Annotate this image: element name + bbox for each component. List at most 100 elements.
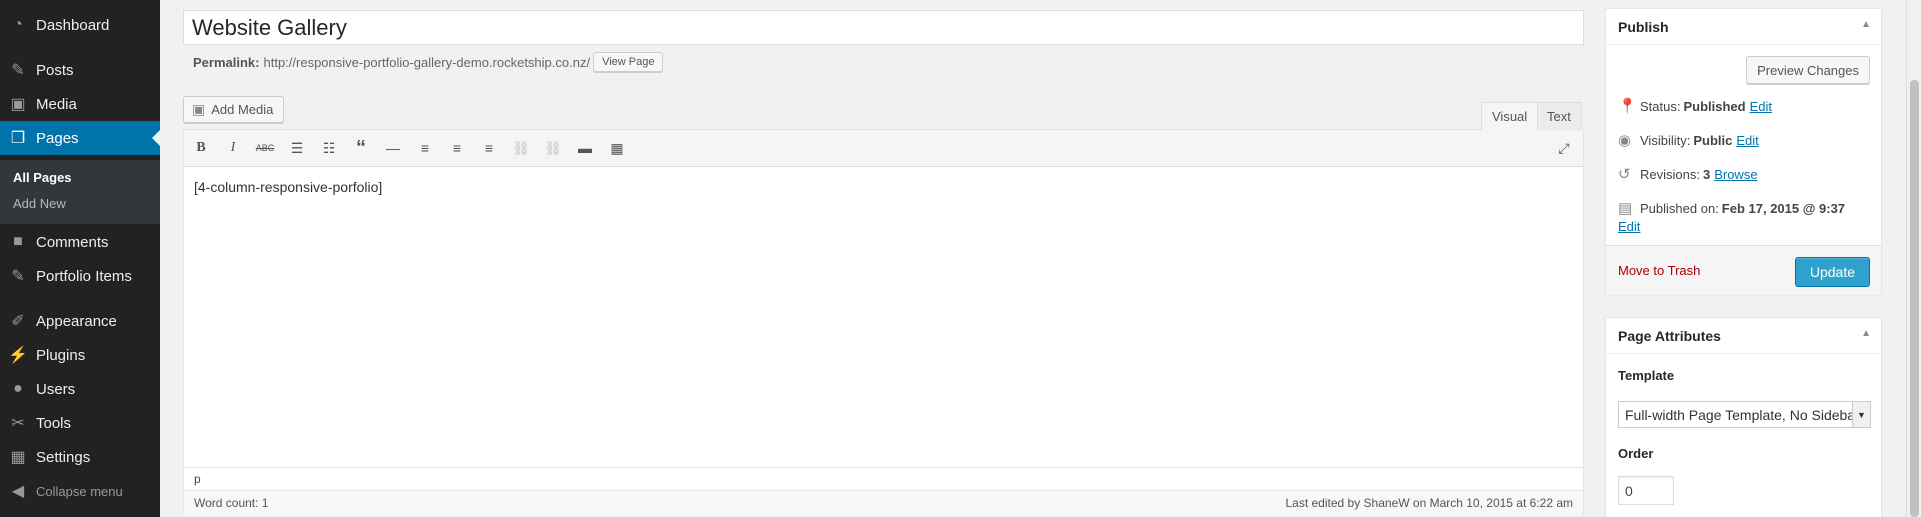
page-attributes-title[interactable]: Page Attributes	[1606, 318, 1881, 354]
published-edit-row: Edit	[1618, 219, 1640, 234]
move-to-trash-link[interactable]: Move to Trash	[1618, 263, 1700, 278]
status-row: 📍 Status: Published Edit	[1618, 97, 1772, 115]
post-title-input[interactable]: Website Gallery	[183, 10, 1584, 45]
menu-label: Media	[36, 95, 77, 113]
editor-path: p	[184, 467, 1583, 489]
menu-label: Comments	[36, 233, 109, 251]
view-page-button[interactable]: View Page	[593, 52, 664, 72]
bullet-list-icon[interactable]: ☰	[286, 138, 308, 158]
comment-icon: ■	[13, 233, 23, 250]
update-button[interactable]: Update	[1794, 257, 1870, 287]
visibility-label: Visibility:	[1640, 132, 1691, 148]
align-right-icon[interactable]: ≡	[478, 138, 500, 158]
submenu-add-new[interactable]: Add New	[13, 196, 66, 211]
menu-dashboard[interactable]: ◔ Dashboard	[0, 8, 160, 42]
strikethrough-icon[interactable]: ABC	[254, 138, 276, 158]
permalink-url[interactable]: http://responsive-portfolio-gallery-demo…	[263, 55, 590, 70]
publish-box: Publish ▲ Preview Changes 📍 Status: Publ…	[1605, 8, 1882, 295]
publish-title[interactable]: Publish	[1606, 9, 1881, 45]
visibility-value: Public	[1693, 132, 1733, 148]
menu-settings[interactable]: ▦ Settings	[0, 440, 160, 474]
collapse-menu-button[interactable]: ◀ Collapse menu	[0, 474, 160, 508]
editor-toolbar: B I ABC ☰ ☷ “ — ≡ ≡ ≡ ⛓ ⛓ ▬ ▦ ⤢	[184, 130, 1583, 167]
menu-label: Dashboard	[36, 16, 110, 34]
menu-label: Plugins	[36, 346, 86, 364]
published-label: Published on:	[1640, 200, 1719, 216]
menu-label: Tools	[36, 414, 72, 432]
user-icon: ●	[13, 380, 23, 397]
published-value: Feb 17, 2015 @ 9:37	[1721, 200, 1846, 216]
pushpin-icon: ✎	[11, 62, 25, 79]
chevron-down-icon: ▼	[1852, 402, 1870, 427]
menu-tools[interactable]: ✂ Tools	[0, 406, 160, 440]
template-select[interactable]: Full-width Page Template, No Sideba ▼	[1618, 401, 1871, 428]
last-edited: Last edited by ShaneW on March 10, 2015 …	[1285, 496, 1573, 510]
menu-label: Portfolio Items	[36, 267, 132, 285]
template-value: Full-width Page Template, No Sideba	[1625, 406, 1856, 423]
collapse-arrow-icon[interactable]: ▲	[1861, 19, 1871, 30]
submenu-all-pages[interactable]: All Pages	[13, 170, 72, 185]
status-label: Status:	[1640, 98, 1681, 114]
menu-comments[interactable]: ■ Comments	[0, 225, 160, 259]
read-more-icon[interactable]: ▬	[574, 138, 596, 158]
history-icon: ↺	[1618, 166, 1631, 183]
permalink-label: Permalink:	[193, 54, 260, 70]
media-icon: ▣	[10, 96, 26, 113]
toolbar-toggle-icon[interactable]: ▦	[606, 138, 628, 158]
menu-label: Posts	[36, 61, 74, 79]
template-label: Template	[1618, 368, 1675, 383]
tab-text[interactable]: Text	[1536, 102, 1582, 130]
menu-pages[interactable]: ❐ Pages	[0, 121, 160, 155]
publish-actions: Move to Trash Update	[1606, 245, 1881, 295]
collapse-arrow-icon[interactable]: ▲	[1861, 328, 1871, 339]
visibility-row: ◉ Visibility: Public Edit	[1618, 131, 1759, 149]
order-label: Order	[1618, 446, 1654, 461]
calendar-icon: ▤	[1618, 200, 1633, 217]
menu-label: Pages	[36, 129, 79, 147]
menu-label: Users	[36, 380, 76, 398]
pages-icon: ❐	[10, 130, 26, 147]
preview-changes-button[interactable]: Preview Changes	[1746, 56, 1870, 84]
pages-submenu: All Pages Add New	[0, 160, 160, 224]
dashboard-icon: ◔	[13, 16, 23, 33]
link-icon[interactable]: ⛓	[510, 138, 532, 158]
scrollbar-thumb[interactable]	[1910, 80, 1919, 517]
italic-icon[interactable]: I	[222, 138, 244, 158]
media-icon: ▣	[192, 101, 206, 117]
bold-icon[interactable]: B	[190, 138, 212, 158]
align-left-icon[interactable]: ≡	[414, 138, 436, 158]
plugin-icon: ⚡	[8, 347, 28, 364]
published-edit-link[interactable]: Edit	[1618, 219, 1640, 234]
horizontal-line-icon[interactable]: —	[382, 138, 404, 158]
add-media-button[interactable]: ▣ Add Media	[183, 96, 285, 123]
collapse-icon: ◀	[11, 483, 25, 500]
scrollbar[interactable]	[1906, 0, 1921, 517]
menu-portfolio-items[interactable]: ✎ Portfolio Items	[0, 259, 160, 293]
revisions-row: ↺ Revisions: 3 Browse	[1618, 165, 1758, 183]
blockquote-icon[interactable]: “	[350, 137, 372, 159]
status-edit-link[interactable]: Edit	[1750, 99, 1772, 114]
align-center-icon[interactable]: ≡	[446, 138, 468, 158]
page-attributes-box: Page Attributes ▲ Template Full-width Pa…	[1605, 317, 1882, 517]
order-input[interactable]: 0	[1618, 476, 1674, 505]
revisions-value: 3	[1702, 166, 1711, 182]
fullscreen-icon[interactable]: ⤢	[1553, 138, 1575, 158]
menu-label: Settings	[36, 448, 91, 466]
browse-link[interactable]: Browse	[1714, 167, 1757, 182]
menu-posts[interactable]: ✎ Posts	[0, 53, 160, 87]
add-media-label: Add Media	[211, 102, 274, 117]
menu-appearance[interactable]: ✐ Appearance	[0, 304, 160, 338]
content-editor: B I ABC ☰ ☷ “ — ≡ ≡ ≡ ⛓ ⛓ ▬ ▦ ⤢ [4-colum…	[183, 129, 1584, 515]
menu-users[interactable]: ● Users	[0, 372, 160, 406]
numbered-list-icon[interactable]: ☷	[318, 138, 340, 158]
settings-icon: ▦	[10, 449, 26, 466]
editor-content[interactable]: [4-column-responsive-porfolio]	[184, 167, 1583, 207]
editor-status-bar: Word count: 1 Last edited by ShaneW on M…	[184, 490, 1583, 515]
published-row: ▤ Published on: Feb 17, 2015 @ 9:37	[1618, 199, 1845, 217]
menu-plugins[interactable]: ⚡ Plugins	[0, 338, 160, 372]
revisions-label: Revisions:	[1640, 166, 1700, 182]
tab-visual[interactable]: Visual	[1481, 102, 1539, 130]
menu-media[interactable]: ▣ Media	[0, 87, 160, 121]
unlink-icon[interactable]: ⛓	[542, 138, 564, 158]
visibility-edit-link[interactable]: Edit	[1736, 133, 1758, 148]
